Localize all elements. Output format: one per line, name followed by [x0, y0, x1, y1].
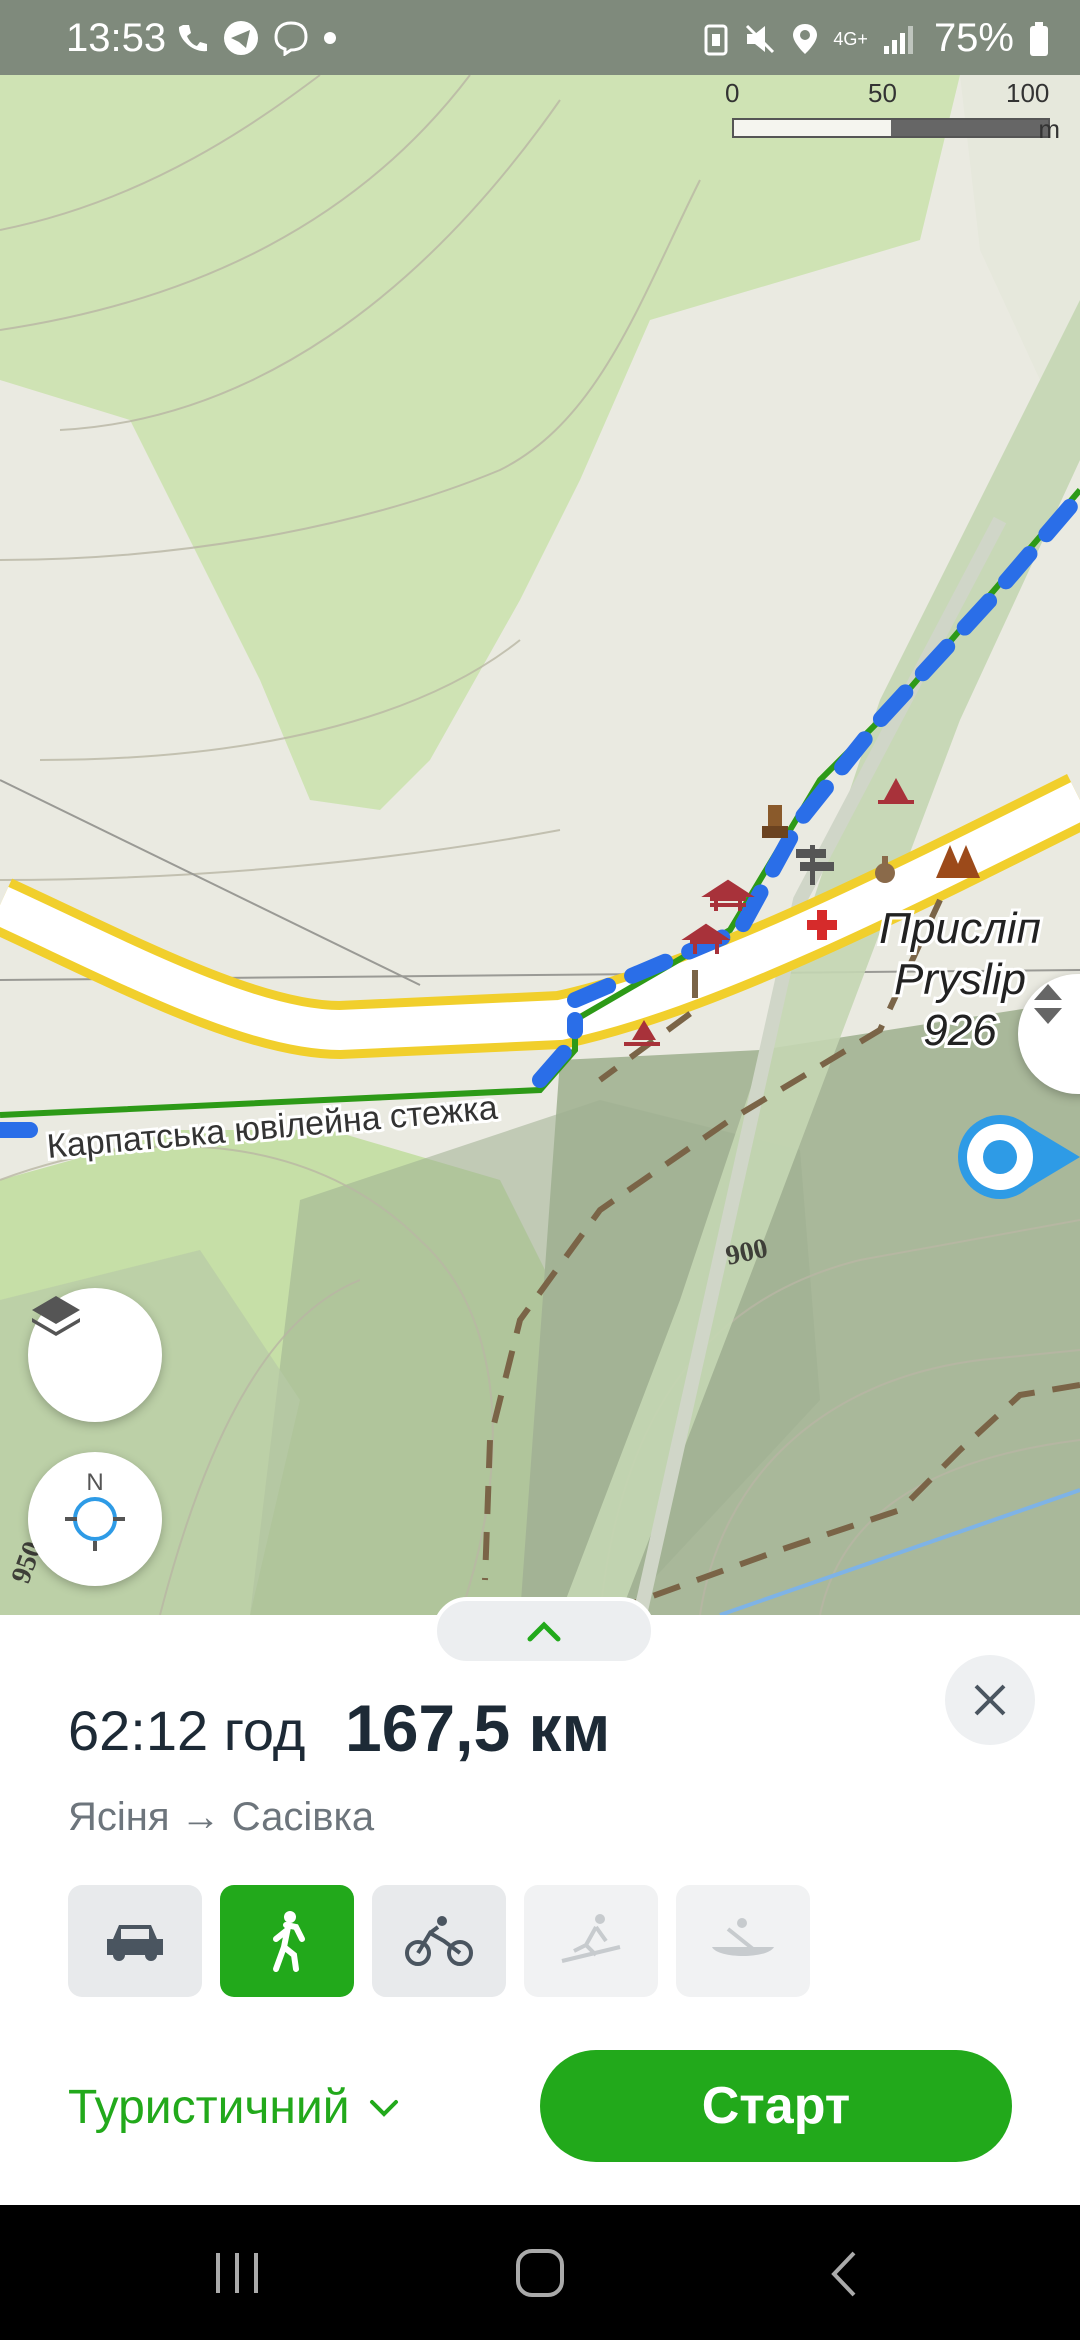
car-mode-button[interactable]	[68, 1885, 202, 1997]
location-marker-icon	[958, 1115, 1080, 1199]
start-button[interactable]: Старт	[540, 2050, 1012, 2162]
route-profile-label: Туристичний	[68, 2081, 350, 2134]
battery-saver-icon	[704, 24, 728, 55]
scale-label-100: 100	[1006, 78, 1050, 108]
compass-n-label: N	[86, 1469, 103, 1496]
sheet-expand-handle[interactable]	[433, 1597, 655, 1665]
route-duration: 62:12 год	[68, 1699, 306, 1762]
layers-icon	[32, 1296, 80, 1336]
status-time: 13:53	[66, 16, 167, 60]
map-view[interactable]: 900 950 Карпатська ювiлейна стежка Присл…	[0, 0, 1080, 1615]
close-icon	[974, 1684, 1006, 1716]
system-nav-bar	[0, 2205, 1080, 2340]
scale-bar-graphic	[732, 118, 1050, 138]
scale-unit: m	[1038, 114, 1060, 144]
walk-mode-button[interactable]	[220, 1885, 354, 1997]
network-type: 4G+	[833, 28, 868, 49]
place-name-uk: Прислiп	[879, 904, 1041, 953]
bike-mode-button[interactable]	[372, 1885, 506, 1997]
compass-button[interactable]: N	[28, 1452, 162, 1586]
up-down-icon	[1034, 984, 1062, 1024]
map-canvas: 900 950 Карпатська ювiлейна стежка Присл…	[0, 0, 1080, 1615]
telegram-icon	[224, 21, 258, 55]
ski-mode-button[interactable]	[524, 1885, 658, 1997]
scale-bar: 0 50 100 m	[700, 78, 1060, 148]
mute-icon	[746, 24, 775, 53]
car-icon	[107, 1925, 163, 1961]
hiking-icon	[273, 1911, 305, 1972]
signal-icon	[883, 25, 913, 54]
dot-icon	[324, 32, 336, 44]
home-icon[interactable]	[514, 2247, 566, 2299]
route-distance: 167,5 км	[345, 1691, 611, 1765]
back-icon[interactable]	[826, 2249, 860, 2299]
route-endpoints: Ясiня → Сасiвка	[68, 1795, 375, 1839]
canoe-icon	[712, 1918, 774, 1956]
status-bar: 13:53 4G+ 75%	[0, 0, 1080, 75]
current-location-marker[interactable]	[955, 1110, 1080, 1205]
elevation-label: 926	[923, 1006, 997, 1055]
ski-icon	[561, 1914, 621, 1963]
battery-percent: 75%	[933, 16, 1014, 60]
scale-label-0: 0	[725, 78, 740, 108]
scale-label-50: 50	[868, 78, 897, 108]
place-name-en: Pryslip	[894, 955, 1026, 1004]
bicycle-icon	[405, 1916, 473, 1966]
recents-icon[interactable]	[212, 2251, 262, 2295]
compass-icon: N	[65, 1469, 125, 1551]
location-icon	[793, 23, 818, 54]
chevron-down-icon	[369, 2099, 398, 2117]
boat-mode-button[interactable]	[676, 1885, 810, 1997]
route-profile-dropdown[interactable]: Туристичний	[68, 2080, 400, 2135]
layers-button[interactable]	[28, 1288, 162, 1422]
battery-icon	[1030, 21, 1048, 56]
chevron-up-icon	[527, 1621, 561, 1642]
viber-icon	[274, 21, 308, 56]
close-button[interactable]	[945, 1655, 1035, 1745]
phone-icon	[178, 25, 207, 52]
